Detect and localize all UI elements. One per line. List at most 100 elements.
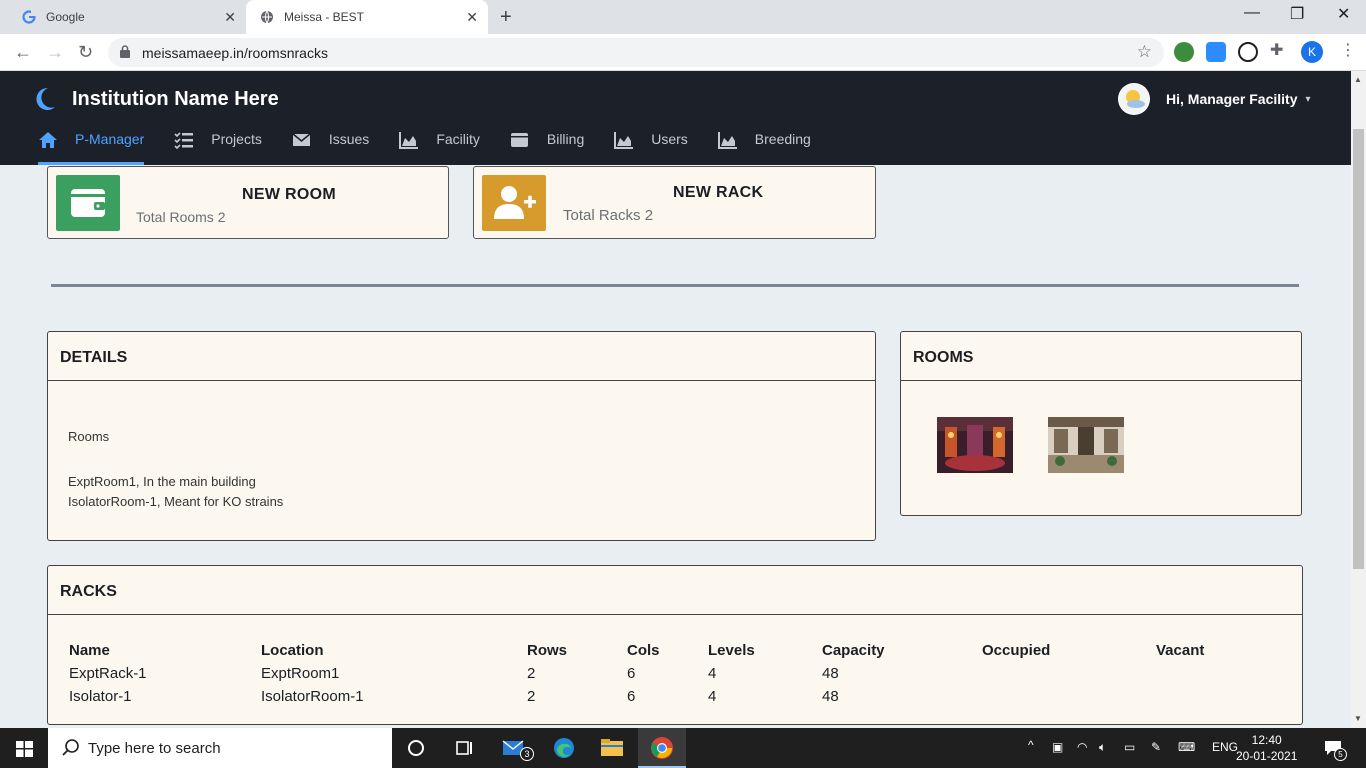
nav-item-users[interactable]: Users [614, 127, 688, 165]
lock-icon [120, 45, 130, 58]
address-bar: ← → ↻ meissamaeep.in/roomsnracks ☆ ✚ [0, 34, 1366, 71]
nav-item-billing[interactable]: Billing [510, 127, 584, 165]
new-rack-card[interactable]: NEW RACK Total Racks 2 [473, 166, 876, 239]
taskbar-search-input[interactable]: Type here to search [48, 728, 392, 768]
close-icon[interactable]: ✕ [466, 9, 478, 26]
user-menu[interactable]: Hi, Manager Facility ▾ [1118, 83, 1311, 115]
room-description: ExptRoom1, In the main building [68, 474, 256, 489]
system-clock[interactable]: 12:40 20-01-2021 [1236, 732, 1297, 764]
table-cell: 6 [627, 688, 636, 705]
new-rack-title: NEW RACK [673, 184, 764, 201]
table-row[interactable]: Isolator-1 IsolatorRoom-1 2 6 4 48 [69, 685, 1256, 708]
nav-label: Projects [211, 131, 262, 147]
table-cell: 6 [627, 665, 636, 682]
user-plus-icon [494, 186, 536, 219]
racks-table: Name Location Rows Cols Levels Capacity … [69, 639, 1256, 708]
chrome-taskbar-active[interactable] [638, 728, 686, 768]
room-image-thumbnail[interactable] [937, 417, 1013, 473]
nav-label: Breeding [754, 131, 811, 147]
task-view-icon[interactable] [452, 736, 476, 760]
restore-icon[interactable]: ❐ [1290, 4, 1304, 24]
details-body: Rooms ExptRoom1, In the main building Is… [48, 429, 875, 509]
scroll-up-icon[interactable]: ▲ [1354, 75, 1362, 84]
nav-item-projects[interactable]: Projects [174, 127, 262, 165]
app-header: Institution Name Here Hi, Manager Facili… [0, 71, 1351, 165]
column-header: Rows [527, 642, 568, 659]
column-header: Name [69, 642, 110, 659]
scroll-down-icon[interactable]: ▼ [1354, 714, 1362, 723]
profile-avatar[interactable]: K [1301, 41, 1323, 63]
meet-now-icon[interactable]: ▣ [1052, 740, 1063, 754]
home-icon [39, 132, 57, 148]
globe-icon [261, 10, 273, 24]
puzzle-extensions-icon[interactable]: ✚ [1270, 40, 1290, 60]
back-icon[interactable]: ← [14, 42, 32, 63]
details-section-label: Rooms [68, 429, 110, 444]
close-icon[interactable]: ✕ [224, 9, 236, 26]
browser-tab-bar: Google ✕ Meissa - BEST ✕ + — ❐ ✕ [0, 0, 1366, 34]
reload-icon[interactable]: ↻ [78, 42, 93, 63]
nav-item-p-manager[interactable]: P-Manager [38, 127, 145, 165]
close-window-icon[interactable]: ✕ [1337, 4, 1350, 24]
table-cell: Isolator-1 [69, 688, 132, 705]
racks-panel: RACKS Name Location Rows Cols Levels Cap… [47, 565, 1303, 725]
cortana-icon[interactable] [404, 736, 428, 760]
volume-icon[interactable]: 🔈︎ [1099, 740, 1106, 755]
new-tab-icon[interactable]: + [500, 6, 512, 29]
room-image-thumbnail[interactable] [1048, 417, 1124, 473]
network-wifi-icon[interactable]: ◠ [1077, 740, 1087, 754]
windows-start-icon[interactable] [16, 741, 33, 757]
table-cell [1156, 662, 1256, 685]
file-explorer-icon[interactable] [600, 736, 624, 760]
column-header: Cols [627, 642, 660, 659]
url-field[interactable]: meissamaeep.in/roomsnracks ☆ [108, 38, 1164, 67]
edge-browser-icon[interactable] [552, 736, 576, 760]
wallet-icon [71, 189, 105, 217]
nav-label: Facility [436, 131, 480, 147]
battery-icon[interactable]: ▭ [1124, 740, 1135, 754]
minimize-icon[interactable]: — [1244, 4, 1260, 22]
bookmark-star-icon[interactable]: ☆ [1137, 42, 1152, 62]
nav-item-breeding[interactable]: Breeding [717, 127, 811, 165]
table-cell: 4 [708, 688, 717, 705]
nav-item-facility[interactable]: Facility [399, 127, 480, 165]
pen-icon[interactable]: ✎ [1151, 740, 1161, 754]
zoom-extension-icon[interactable] [1206, 42, 1226, 62]
google-icon [22, 10, 36, 24]
table-cell: 4 [708, 665, 717, 682]
new-room-card[interactable]: NEW ROOM Total Rooms 2 [47, 166, 449, 239]
room-photo [1048, 417, 1124, 473]
table-cell [982, 685, 1156, 708]
tab-google[interactable]: Google ✕ [8, 0, 246, 34]
nav-label: Users [651, 131, 688, 147]
compass-extension-icon[interactable] [1238, 42, 1258, 62]
windows-taskbar: Type here to search 3 ^ ▣ ◠ 🔈︎ ▭ ✎ ⌨︎ EN… [0, 728, 1366, 768]
nav-item-issues[interactable]: Issues [292, 127, 369, 165]
tab-meissa[interactable]: Meissa - BEST ✕ [246, 0, 488, 34]
clock-time: 12:40 [1251, 733, 1282, 747]
table-cell: 48 [822, 688, 839, 705]
tab-title: Google [46, 10, 85, 24]
language-indicator[interactable]: ENG [1212, 740, 1238, 754]
search-placeholder: Type here to search [88, 740, 221, 757]
more-menu-icon[interactable]: ⋮ [1340, 40, 1356, 60]
total-rooms-text: Total Rooms 2 [136, 209, 226, 225]
table-cell [982, 662, 1156, 685]
table-header-row: Name Location Rows Cols Levels Capacity … [69, 639, 1256, 662]
keyboard-icon[interactable]: ⌨︎ [1178, 740, 1195, 754]
extension-icon[interactable] [1174, 42, 1194, 62]
tasks-icon [174, 132, 194, 149]
page-scrollbar[interactable]: ▲ ▼ [1351, 71, 1366, 728]
room-card-icon-box [56, 175, 120, 231]
rooms-panel: ROOMS [900, 331, 1302, 516]
mail-badge: 3 [520, 747, 534, 761]
chevron-down-icon: ▾ [1305, 93, 1311, 105]
total-racks-text: Total Racks 2 [563, 207, 654, 224]
table-row[interactable]: ExptRack-1 ExptRoom1 2 6 4 48 [69, 662, 1256, 685]
forward-icon[interactable]: → [46, 42, 64, 63]
new-room-title: NEW ROOM [242, 186, 336, 203]
column-header: Levels [708, 642, 755, 659]
tray-chevron-up-icon[interactable]: ^ [1028, 738, 1034, 752]
scrollbar-thumb[interactable] [1353, 129, 1364, 569]
table-cell: 2 [527, 665, 536, 682]
